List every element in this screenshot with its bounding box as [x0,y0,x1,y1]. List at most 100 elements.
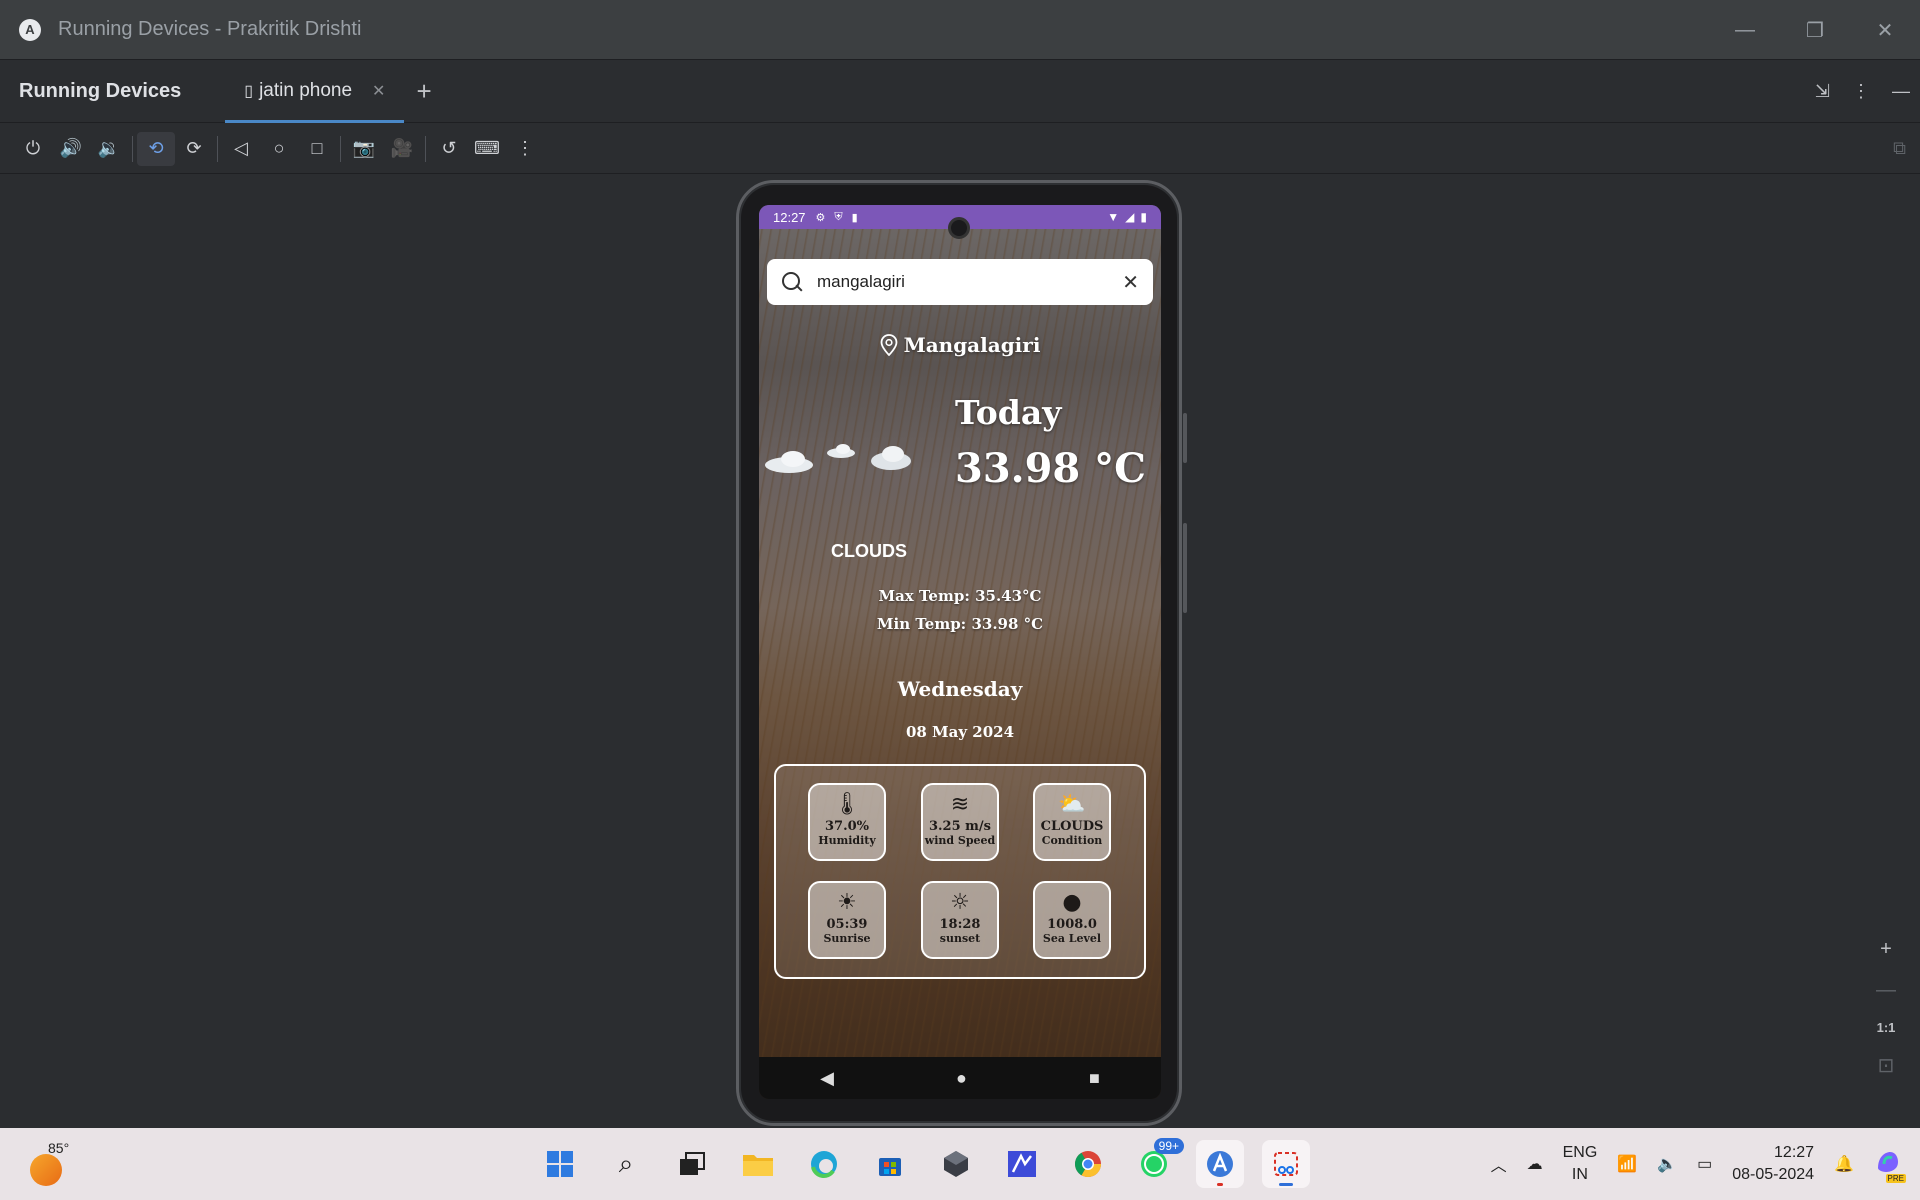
wifi-icon: ▼ [1107,210,1120,224]
restore-button[interactable]: ❐ [1780,0,1850,60]
system-tray: ︿ ☁ ENG IN 📶 🔈 ▭ 12:27 08-05-2024 🔔 PRE [1491,1128,1920,1200]
min-temperature: Min Temp: 33.98 °C [876,615,1044,633]
task-view-glyph [680,1152,705,1175]
copilot-icon[interactable]: PRE [1874,1148,1906,1183]
separator [425,135,426,162]
scissors-icon [1274,1152,1298,1176]
microsoft-store-icon[interactable] [866,1140,914,1188]
sea-level-label: Sea Level [1042,932,1102,945]
minimize-button[interactable]: — [1710,0,1780,60]
clock[interactable]: 12:27 08-05-2024 [1732,1142,1814,1186]
maze-app-icon[interactable] [998,1140,1046,1188]
power-icon[interactable]: ⏻ [14,132,52,166]
sunrise-value: 05:39 [826,917,868,932]
sea-level-icon: ● [1062,890,1082,915]
start-button[interactable] [536,1140,584,1188]
separator [340,135,341,162]
chrome-browser-icon[interactable] [1064,1140,1112,1188]
whatsapp-unread-badge: 99+ [1153,1138,1184,1154]
hexagon-cube-icon [944,1151,968,1177]
search-input[interactable]: mangalagiri [817,272,905,292]
separator [217,135,218,162]
android-studio-taskbar-icon[interactable] [1196,1140,1244,1188]
snipping-tool-icon[interactable] [1262,1140,1310,1188]
folder-icon [743,1155,773,1176]
cloud-sun-icon: ⛅ [1058,792,1086,817]
zoom-controls: + — 1:1 ⊡ [1866,938,1906,1078]
android-nav-bar: ◀ ● ■ [759,1057,1161,1099]
options-menu-icon[interactable]: ⋮ [1852,81,1870,102]
snapshot-icon[interactable]: ↺ [430,132,468,166]
sunrise-label: Sunrise [823,932,871,945]
weekday: Wednesday [897,677,1023,701]
zoom-fit-icon[interactable]: ⊡ [1878,1053,1895,1078]
whatsapp-icon[interactable]: 99+ [1130,1138,1184,1188]
sunrise-icon: ☀ [837,890,857,915]
nav-recents-icon[interactable]: ■ [1089,1068,1100,1089]
tab-label: jatin phone [259,80,353,101]
collapse-icon[interactable]: ⇲ [1815,81,1830,102]
tab-jatin-phone[interactable]: ▯ jatin phone ✕ [225,60,405,123]
task-view-icon[interactable] [668,1140,716,1188]
volume-tray-icon[interactable]: 🔈 [1657,1154,1677,1174]
sea-level-value: 1008.0 [1047,917,1097,932]
screen-mirror-icon[interactable]: ⧉ [1893,138,1906,159]
sun-icon [30,1154,62,1186]
windows-logo-icon [547,1151,573,1177]
wind-icon: ≋ [950,792,970,817]
android-studio-logo-icon: A [19,18,41,41]
file-explorer-icon[interactable] [734,1140,782,1188]
close-button[interactable]: ✕ [1850,0,1920,60]
humidity-value: 37.0% [824,819,869,834]
location-heading: Mangalagiri [759,333,1161,357]
cube-app-icon[interactable] [932,1140,980,1188]
show-hidden-icons-icon[interactable]: ︿ [1491,1152,1507,1176]
city-search-bar[interactable]: mangalagiri ✕ [767,259,1153,305]
keyboard-icon[interactable]: ⌨ [468,132,506,166]
rotate-left-icon[interactable]: ⟲ [137,131,175,166]
onedrive-cloud-icon[interactable]: ☁ [1527,1154,1543,1174]
battery-tray-icon[interactable]: ▭ [1697,1154,1712,1174]
edge-browser-icon[interactable] [800,1140,848,1188]
sea-level-tile: ● 1008.0 Sea Level [1033,881,1111,959]
volume-down-icon[interactable]: 🔉 [90,132,128,166]
add-device-button[interactable]: + [416,76,431,107]
phone-screen[interactable]: 12:27 ⚙ ⛨ ▮ ▼ ◢ ▮ mangalagiri ✕ Mangalag [759,205,1161,1099]
weather-temperature: 85° [48,1140,70,1156]
wind-speed-tile: ≋ 3.25 m/s wind Speed [921,783,999,861]
sunset-value: 18:28 [939,917,981,932]
input-language[interactable]: ENG IN [1563,1142,1598,1186]
hide-panel-icon[interactable]: — [1892,81,1910,102]
max-temperature: Max Temp: 35.43°C [878,587,1042,605]
zoom-in-icon[interactable]: + [1880,938,1892,961]
wind-speed-label: wind Speed [924,834,996,847]
android-studio-logo-icon [1207,1151,1233,1177]
window-title: Running Devices - Prakritik Drishti [58,18,362,40]
title-bar: A Running Devices - Prakritik Drishti — … [0,0,1920,60]
overview-icon[interactable]: □ [298,132,336,166]
home-icon[interactable]: ○ [260,132,298,166]
rotate-right-icon[interactable]: ⟳ [175,132,213,166]
clear-search-icon[interactable]: ✕ [1122,270,1139,295]
weather-widget[interactable]: 85° [30,1140,70,1186]
wifi-tray-icon[interactable]: 📶 [1617,1154,1637,1174]
screenshot-icon[interactable]: 📷 [345,132,383,166]
chrome-logo-icon [1074,1151,1102,1178]
zoom-actual-size-button[interactable]: 1:1 [1877,1020,1896,1035]
clock-date: 08-05-2024 [1732,1166,1815,1183]
screen-record-icon[interactable]: 🎥 [383,132,421,166]
status-time: 12:27 [773,209,806,225]
back-icon[interactable]: ◁ [222,132,260,166]
notification-bell-icon[interactable]: 🔔 [1834,1154,1854,1174]
humidity-tile: 🌡 37.0% Humidity [808,783,886,861]
settings-icon: ⚙ [815,211,826,224]
more-icon[interactable]: ⋮ [506,132,544,166]
nav-back-icon[interactable]: ◀ [820,1068,834,1089]
tab-close-icon[interactable]: ✕ [372,81,385,101]
zoom-out-icon[interactable]: — [1876,979,1896,1002]
nav-home-icon[interactable]: ● [956,1068,967,1089]
volume-up-icon[interactable]: 🔊 [52,132,90,166]
condition-label: Condition [1041,834,1103,847]
phone-device-icon: ▯ [244,83,254,100]
search-taskbar-icon[interactable]: ⌕ [602,1140,650,1188]
